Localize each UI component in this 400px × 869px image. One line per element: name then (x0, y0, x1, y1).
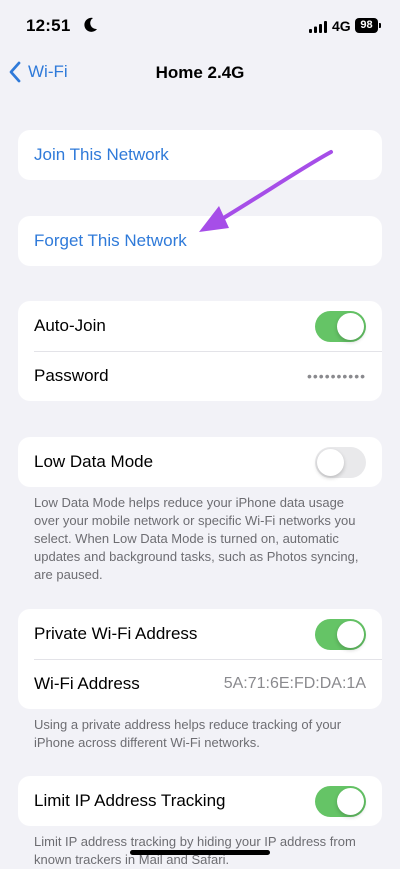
limit-ip-group: Limit IP Address Tracking (18, 776, 382, 826)
signal-icon (309, 21, 327, 33)
home-indicator[interactable] (130, 850, 270, 855)
navigation-bar: Wi-Fi Home 2.4G (0, 50, 400, 94)
limit-ip-toggle[interactable] (315, 785, 366, 817)
auto-join-label: Auto-Join (34, 316, 106, 335)
join-network-button[interactable]: Join This Network (18, 130, 382, 180)
toggle-knob (317, 448, 344, 476)
toggle-knob (337, 620, 364, 648)
wifi-address-value: 5A:71:6E:FD:DA:1A (223, 675, 366, 692)
password-value: •••••••••• (306, 368, 366, 384)
password-row[interactable]: Password •••••••••• (18, 351, 382, 401)
toggle-knob (337, 787, 364, 815)
join-group: Join This Network (18, 130, 382, 180)
private-address-label: Private Wi-Fi Address (34, 624, 198, 643)
auto-join-row: Auto-Join (18, 301, 382, 351)
wifi-address-row: Wi-Fi Address 5A:71:6E:FD:DA:1A (18, 659, 382, 709)
status-time: 12:51 (26, 16, 71, 35)
limit-ip-row: Limit IP Address Tracking (18, 776, 382, 826)
private-address-row: Private Wi-Fi Address (18, 609, 382, 659)
autojoin-group: Auto-Join Password •••••••••• (18, 301, 382, 401)
wifi-address-label: Wi-Fi Address (34, 674, 140, 693)
moon-icon (84, 17, 97, 32)
limit-ip-label: Limit IP Address Tracking (34, 791, 226, 810)
page-title: Home 2.4G (155, 63, 245, 82)
join-network-label: Join This Network (34, 145, 169, 164)
low-data-group: Low Data Mode (18, 437, 382, 487)
toggle-knob (337, 312, 364, 340)
forget-network-label: Forget This Network (34, 231, 187, 250)
private-address-toggle[interactable] (315, 618, 366, 650)
auto-join-toggle[interactable] (315, 310, 366, 342)
battery-icon: 98 (355, 18, 381, 33)
status-bar: 12:51 4G 98 (0, 0, 400, 50)
low-data-footnote: Low Data Mode helps reduce your iPhone d… (34, 495, 359, 582)
forget-group: Forget This Network (18, 216, 382, 266)
low-data-toggle[interactable] (315, 446, 366, 478)
low-data-row: Low Data Mode (18, 437, 382, 487)
low-data-label: Low Data Mode (34, 452, 154, 471)
password-label: Password (34, 366, 109, 385)
private-address-footnote: Using a private address helps reduce tra… (34, 717, 342, 750)
private-address-group: Private Wi-Fi Address Wi-Fi Address 5A:7… (18, 609, 382, 709)
forget-network-button[interactable]: Forget This Network (18, 216, 382, 266)
network-type: 4G (332, 18, 351, 34)
